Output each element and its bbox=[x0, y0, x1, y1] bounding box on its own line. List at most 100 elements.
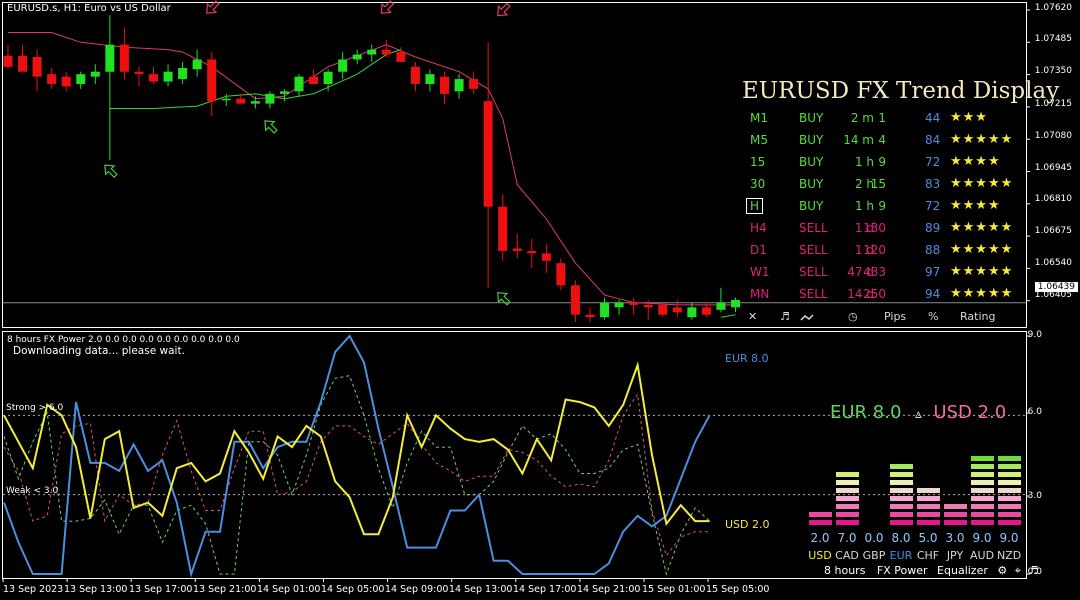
signal-percent: 83 bbox=[925, 177, 941, 191]
candle-body bbox=[61, 76, 71, 87]
candle-body bbox=[279, 91, 289, 94]
timeframe-label: 15 bbox=[750, 155, 766, 169]
equalizer-value: 8.0 bbox=[891, 531, 911, 545]
candle-body bbox=[265, 93, 275, 104]
equalizer-bar-segment bbox=[998, 520, 1021, 525]
clock-icon[interactable]: ◷ bbox=[848, 310, 858, 323]
equalizer-bar-segment bbox=[998, 488, 1021, 493]
price-tick: 1.07485 bbox=[1034, 34, 1072, 44]
signal-percent: 89 bbox=[925, 221, 941, 235]
equalizer-bar-segment bbox=[809, 512, 832, 517]
equalizer-bar-segment bbox=[917, 520, 940, 525]
eur-dashed-line bbox=[3, 375, 710, 576]
equalizer-bar-segment bbox=[971, 464, 994, 469]
signal-label: SELL bbox=[799, 265, 828, 279]
time-label: 13 Sep 21:00 bbox=[193, 584, 257, 595]
sell-arrow-icon bbox=[497, 2, 511, 17]
equalizer-currency: JPY bbox=[946, 549, 964, 562]
candle-body bbox=[527, 250, 537, 254]
candle-body bbox=[18, 55, 28, 72]
candle-body bbox=[32, 57, 42, 77]
candle-body bbox=[701, 307, 711, 315]
crosshair-icon[interactable]: ⌖ bbox=[1015, 564, 1021, 577]
equalizer-bar-segment bbox=[971, 520, 994, 525]
time-label: 14 Sep 17:00 bbox=[513, 584, 577, 595]
timeframe-label: 30 bbox=[750, 177, 766, 191]
candle-body bbox=[367, 49, 377, 55]
eur-line-label: EUR 8.0 bbox=[725, 352, 769, 365]
candle-body bbox=[294, 76, 304, 92]
equalizer-value: 7.0 bbox=[837, 531, 857, 545]
settings-icon[interactable]: ⚙ bbox=[997, 564, 1007, 577]
mode-label[interactable]: Equalizer bbox=[937, 564, 988, 577]
candle-body bbox=[425, 74, 435, 84]
timeframe-label: W1 bbox=[750, 265, 770, 279]
signal-label: BUY bbox=[799, 155, 824, 169]
equalizer-value: 0.0 bbox=[864, 531, 884, 545]
equalizer-currency: GBP bbox=[862, 549, 886, 562]
candle-body bbox=[512, 248, 522, 251]
time-label: 15 Sep 05:00 bbox=[706, 584, 770, 595]
candle-body bbox=[731, 300, 740, 308]
equalizer-bar-segment bbox=[836, 512, 859, 517]
time-label: 13 Sep 2023 bbox=[3, 584, 64, 595]
signal-pips: 250 bbox=[863, 287, 886, 301]
period-label[interactable]: 8 hours bbox=[824, 564, 865, 577]
candle-body bbox=[570, 285, 580, 315]
candle-body bbox=[541, 253, 551, 261]
equalizer-currency: CAD bbox=[835, 549, 859, 562]
trend-ma-up-line bbox=[720, 314, 736, 318]
price-tick: 1.06540 bbox=[1034, 258, 1072, 268]
signal-pips: 1 bbox=[878, 111, 886, 125]
wave-icon[interactable] bbox=[800, 312, 814, 325]
candle-body bbox=[309, 76, 319, 84]
signal-label: BUY bbox=[799, 199, 824, 213]
candle-body bbox=[149, 74, 158, 82]
price-tick: 1.07350 bbox=[1034, 66, 1072, 76]
time-label: 14 Sep 01:00 bbox=[257, 584, 321, 595]
signal-percent: 94 bbox=[925, 287, 941, 301]
equalizer-value: 5.0 bbox=[918, 531, 938, 545]
sub-tick: 3.0 bbox=[1027, 491, 1042, 501]
equalizer-bar-segment bbox=[836, 504, 859, 509]
price-tick: 1.06810 bbox=[1034, 194, 1072, 204]
equalizer-bar-segment bbox=[971, 496, 994, 501]
usd-strength-line bbox=[3, 361, 710, 536]
sound-icon[interactable]: ♬ bbox=[780, 310, 790, 323]
trend-display-title: EURUSD FX Trend Display bbox=[742, 78, 1060, 104]
buy-arrow-icon bbox=[497, 292, 511, 306]
candle-body bbox=[76, 74, 86, 84]
equalizer-bar-segment bbox=[890, 464, 913, 469]
candle-body bbox=[163, 71, 173, 82]
candle-body bbox=[338, 59, 348, 72]
candle-body bbox=[90, 71, 100, 77]
equalizer-currency: EUR bbox=[889, 549, 913, 562]
close-icon[interactable]: ✕ bbox=[748, 310, 757, 323]
timeframe-label: M5 bbox=[750, 133, 768, 147]
indicator-name: FX Power bbox=[876, 564, 928, 577]
signal-label: SELL bbox=[799, 243, 828, 257]
rating-stars: ★★★★★ bbox=[950, 132, 1014, 147]
signal-pips: 4 bbox=[878, 133, 886, 147]
equalizer-bar-segment bbox=[890, 488, 913, 493]
equalizer-bar-segment bbox=[836, 496, 859, 501]
candle-body bbox=[469, 79, 479, 89]
candle-body bbox=[396, 52, 406, 62]
equalizer-bar-segment bbox=[971, 512, 994, 517]
buy-arrow-icon bbox=[264, 120, 278, 134]
rating-stars: ★★★★★ bbox=[950, 176, 1014, 191]
equalizer-bar-segment bbox=[836, 520, 859, 525]
legend-pips: Pips bbox=[884, 310, 907, 323]
indicator-status: Downloading data... please wait. bbox=[13, 345, 185, 357]
equalizer-bar-segment bbox=[836, 472, 859, 477]
signal-percent: 88 bbox=[925, 243, 941, 257]
signal-pips: 433 bbox=[863, 265, 886, 279]
signal-label: BUY bbox=[799, 111, 824, 125]
rating-stars: ★★★★★ bbox=[950, 242, 1014, 257]
rating-stars: ★★★ bbox=[950, 110, 988, 125]
equalizer-bar-segment bbox=[917, 488, 940, 493]
music-icon[interactable]: ♬ bbox=[1028, 564, 1038, 577]
delta-icon: ▵ bbox=[915, 407, 922, 422]
equalizer-bar-segment bbox=[971, 504, 994, 509]
rating-stars: ★★★★★ bbox=[950, 286, 1014, 301]
